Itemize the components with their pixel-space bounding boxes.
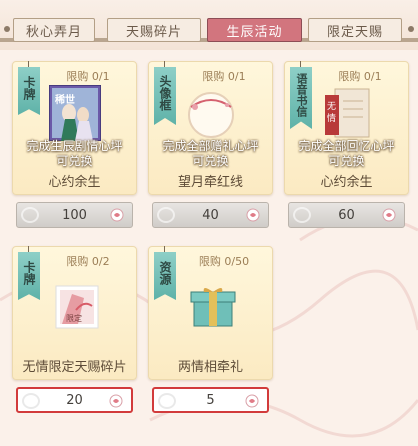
item-type-ribbon: 头像框	[154, 67, 176, 125]
currency-icon	[109, 394, 123, 408]
tab-limited-gift[interactable]: 限定天赐	[308, 18, 402, 42]
item-type-ribbon: 卡牌	[18, 252, 40, 300]
cloud-pattern-icon	[157, 207, 175, 223]
price-button[interactable]: 60	[288, 202, 405, 228]
item-name: 无情限定天赐碎片	[22, 360, 127, 375]
price-value: 40	[202, 207, 219, 223]
gift-box-image	[188, 284, 238, 330]
card-fragment-image: 限定	[54, 284, 100, 330]
price-value: 5	[206, 392, 215, 408]
currency-icon	[245, 394, 259, 408]
card-art-image: 稀世	[48, 84, 102, 142]
currency-icon	[246, 208, 260, 222]
svg-text:无: 无	[327, 101, 336, 112]
rail-knot-icon	[408, 26, 414, 32]
desc-line: 完成全部赠礼心坪	[162, 139, 259, 153]
shop-item-card[interactable]: 头像框 限购 0/1 完成全部赠礼心坪 可兑换 望月牵红线 40	[148, 61, 273, 238]
unlock-description: 完成全部赠礼心坪 可兑换	[148, 139, 273, 169]
item-name: 心约余生	[48, 175, 101, 190]
shop-item-card[interactable]: 卡牌 限购 0/1 稀世 完成生辰剧情心坪 可兑换 心约余生 100	[12, 61, 137, 238]
cloud-pattern-icon	[293, 207, 311, 223]
cloud-pattern-icon	[158, 393, 176, 409]
purchase-limit: 限购 0/50	[198, 255, 250, 268]
unlock-description: 完成全部回忆心坪 可兑换	[284, 139, 409, 169]
tab-birthday-event[interactable]: 生辰活动	[207, 18, 302, 42]
shop-item-card[interactable]: 卡牌 限购 0/2 限定 无情限定天赐碎片 20	[12, 246, 137, 423]
purchase-limit: 限购 0/1	[338, 70, 382, 83]
tab-autumn-moon[interactable]: 秋心弄月	[13, 18, 95, 42]
purchase-limit: 限购 0/1	[66, 70, 110, 83]
item-name: 望月牵红线	[177, 175, 243, 190]
svg-text:稀世: 稀世	[55, 93, 75, 106]
desc-line: 可兑换	[192, 154, 229, 168]
item-name: 心约余生	[320, 175, 373, 190]
currency-icon	[382, 208, 396, 222]
cloud-pattern-icon	[21, 207, 39, 223]
letter-image: 无 情	[321, 85, 373, 141]
price-button[interactable]: 40	[152, 202, 269, 228]
desc-line: 完成生辰剧情心坪	[26, 139, 123, 153]
price-button[interactable]: 5	[152, 387, 269, 413]
tab-fragments[interactable]: 天赐碎片	[107, 18, 201, 42]
item-type-ribbon: 语音书信	[290, 67, 312, 129]
item-name: 两情相牵礼	[177, 360, 243, 375]
svg-text:限定: 限定	[66, 313, 82, 323]
item-type-ribbon: 资源	[154, 252, 176, 300]
shop-item-card[interactable]: 语音书信 限购 0/1 无 情 完成全部回忆心坪 可兑换 心约余生 60	[284, 61, 409, 238]
cloud-pattern-icon	[22, 393, 40, 409]
tab-bar: 秋心弄月 天赐碎片 生辰活动 限定天赐	[0, 0, 418, 50]
svg-text:情: 情	[327, 112, 336, 124]
item-type-ribbon: 卡牌	[18, 67, 40, 115]
purchase-limit: 限购 0/2	[66, 255, 110, 268]
avatar-frame-image	[185, 85, 237, 141]
price-button[interactable]: 100	[16, 202, 133, 228]
shop-item-card[interactable]: 资源 限购 0/50 两情相牵礼 5	[148, 246, 273, 423]
desc-line: 完成全部回忆心坪	[298, 139, 395, 153]
price-value: 100	[62, 207, 87, 223]
unlock-description: 完成生辰剧情心坪 可兑换	[12, 139, 137, 169]
price-value: 20	[66, 392, 83, 408]
currency-icon	[110, 208, 124, 222]
price-button[interactable]: 20	[16, 387, 133, 413]
desc-line: 可兑换	[56, 154, 93, 168]
desc-line: 可兑换	[328, 154, 365, 168]
rail-knot-icon	[4, 26, 10, 32]
price-value: 60	[338, 207, 355, 223]
purchase-limit: 限购 0/1	[202, 70, 246, 83]
